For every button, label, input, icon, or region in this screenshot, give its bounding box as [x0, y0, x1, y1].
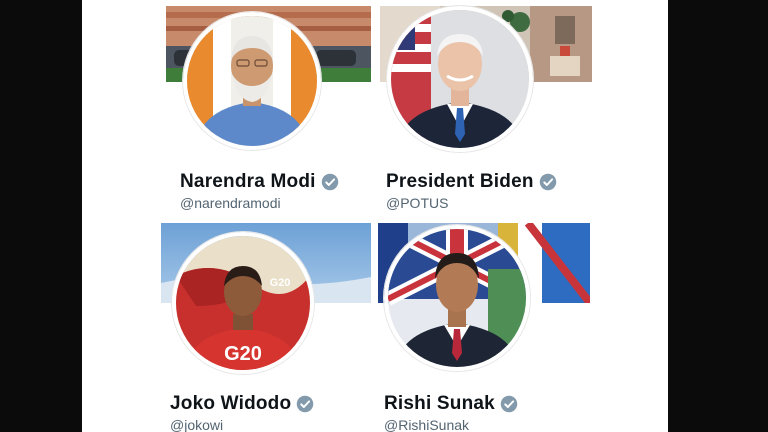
svg-text:G20: G20	[270, 277, 291, 289]
avatar[interactable]	[384, 225, 530, 371]
verified-badge-icon	[500, 395, 518, 413]
avatar[interactable]: G20 G20	[172, 232, 314, 374]
display-name-text[interactable]: Narendra Modi	[180, 171, 316, 193]
profile-card-potus[interactable]: President Biden @POTUS	[375, 0, 668, 216]
avatar[interactable]	[183, 12, 321, 150]
profile-card-jokowi[interactable]: G20 G20 Joko Widodo @jokowi	[82, 216, 375, 432]
account-handle[interactable]: @narendramodi	[180, 195, 281, 211]
display-name[interactable]: Rishi Sunak	[384, 393, 518, 415]
display-name-text[interactable]: President Biden	[386, 171, 534, 193]
account-handle[interactable]: @RishiSunak	[384, 417, 469, 432]
account-handle[interactable]: @POTUS	[386, 195, 448, 211]
display-name-text[interactable]: Joko Widodo	[170, 393, 291, 415]
display-name[interactable]: Narendra Modi	[180, 171, 339, 193]
account-handle[interactable]: @jokowi	[170, 417, 223, 432]
avatar[interactable]	[387, 6, 533, 152]
display-name[interactable]: Joko Widodo	[170, 393, 314, 415]
verified-badge-icon	[539, 173, 557, 191]
verified-badge-icon	[321, 173, 339, 191]
verified-badge-icon	[296, 395, 314, 413]
profile-card-rishisunak[interactable]: Rishi Sunak @RishiSunak	[375, 216, 668, 432]
display-name[interactable]: President Biden	[386, 171, 557, 193]
profile-card-narendramodi[interactable]: Narendra Modi @narendramodi	[82, 0, 375, 216]
display-name-text[interactable]: Rishi Sunak	[384, 393, 495, 415]
svg-text:G20: G20	[224, 343, 262, 365]
profile-grid: Narendra Modi @narendramodi President Bi…	[82, 0, 668, 432]
